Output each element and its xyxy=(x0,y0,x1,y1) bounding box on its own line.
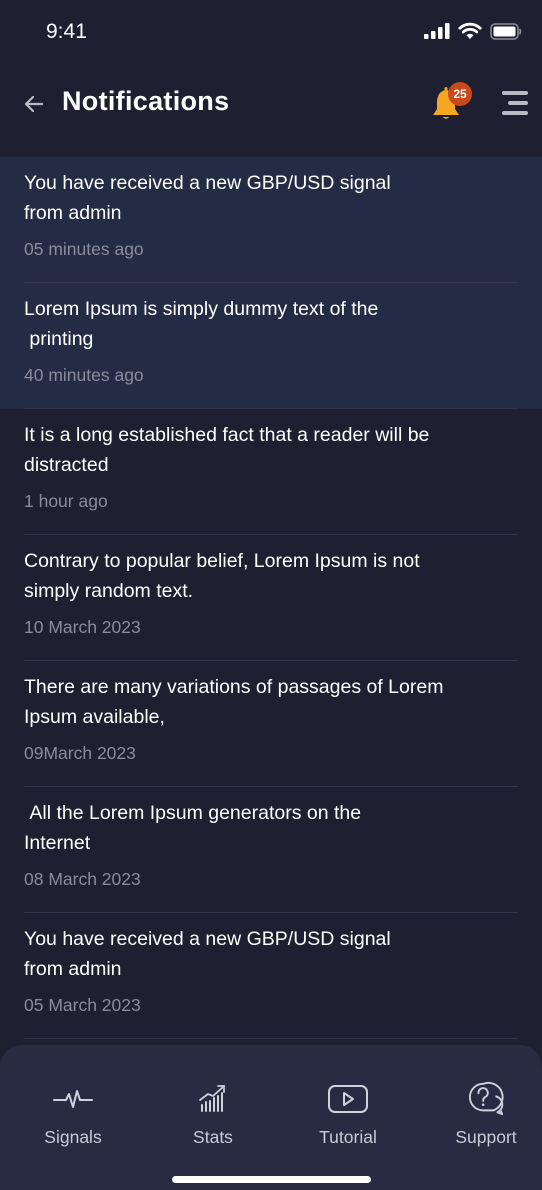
notification-message: Contrary to popular belief, Lorem Ipsum … xyxy=(24,550,420,602)
notification-list: You have received a new GBP/USD signal f… xyxy=(0,157,542,1039)
status-icons xyxy=(424,22,522,40)
divider xyxy=(24,1038,518,1039)
notification-item[interactable]: You have received a new GBP/USD signal f… xyxy=(0,913,542,1039)
status-bar: 9:41 xyxy=(0,0,542,64)
menu-button[interactable] xyxy=(500,89,530,117)
notification-time: 05 March 2023 xyxy=(24,995,141,1015)
notification-message: All the Lorem Ipsum generators on the In… xyxy=(24,802,362,854)
play-video-icon xyxy=(328,1085,368,1113)
notification-time: 40 minutes ago xyxy=(24,365,144,385)
bottom-nav: Signals Stats Tutorial Support xyxy=(0,1045,542,1190)
nav-tutorial[interactable]: Tutorial xyxy=(288,1081,408,1153)
nav-signals-label: Signals xyxy=(44,1127,102,1147)
signal-icon xyxy=(424,23,450,39)
notification-time: 08 March 2023 xyxy=(24,869,141,889)
home-indicator xyxy=(172,1176,371,1183)
notification-item[interactable]: It is a long established fact that a rea… xyxy=(0,409,542,535)
notification-item[interactable]: Lorem Ipsum is simply dummy text of the … xyxy=(0,283,542,409)
nav-support-label: Support xyxy=(455,1127,517,1147)
pulse-icon xyxy=(53,1090,93,1108)
hamburger-menu-icon xyxy=(502,91,528,115)
nav-signals[interactable]: Signals xyxy=(13,1081,133,1153)
help-chat-icon xyxy=(468,1081,504,1116)
notification-time: 1 hour ago xyxy=(24,491,108,511)
notification-message: Lorem Ipsum is simply dummy text of the … xyxy=(24,298,379,350)
notification-item[interactable]: Contrary to popular belief, Lorem Ipsum … xyxy=(0,535,542,661)
wifi-icon xyxy=(458,22,482,39)
page-title: Notifications xyxy=(62,86,230,116)
notification-message: It is a long established fact that a rea… xyxy=(24,424,430,476)
notification-item[interactable]: There are many variations of passages of… xyxy=(0,661,542,787)
notification-time: 10 March 2023 xyxy=(24,617,141,637)
nav-stats[interactable]: Stats xyxy=(153,1081,273,1153)
notification-time: 09March 2023 xyxy=(24,743,136,763)
status-time: 9:41 xyxy=(46,20,87,43)
notification-time: 05 minutes ago xyxy=(24,239,144,259)
notification-item[interactable]: All the Lorem Ipsum generators on the In… xyxy=(0,787,542,913)
nav-support[interactable]: Support xyxy=(426,1081,542,1153)
nav-stats-label: Stats xyxy=(193,1127,233,1147)
notification-count-badge: 25 xyxy=(448,82,472,106)
back-button[interactable] xyxy=(20,90,48,118)
stats-chart-icon xyxy=(199,1085,225,1112)
nav-tutorial-label: Tutorial xyxy=(319,1127,377,1147)
header: Notifications 25 xyxy=(0,64,542,156)
notification-message: There are many variations of passages of… xyxy=(24,676,444,728)
notification-message: You have received a new GBP/USD signal f… xyxy=(24,928,391,980)
notification-message: You have received a new GBP/USD signal f… xyxy=(24,172,391,224)
battery-icon xyxy=(490,22,522,40)
notification-item[interactable]: You have received a new GBP/USD signal f… xyxy=(0,157,542,283)
arrow-left-icon xyxy=(24,95,44,113)
